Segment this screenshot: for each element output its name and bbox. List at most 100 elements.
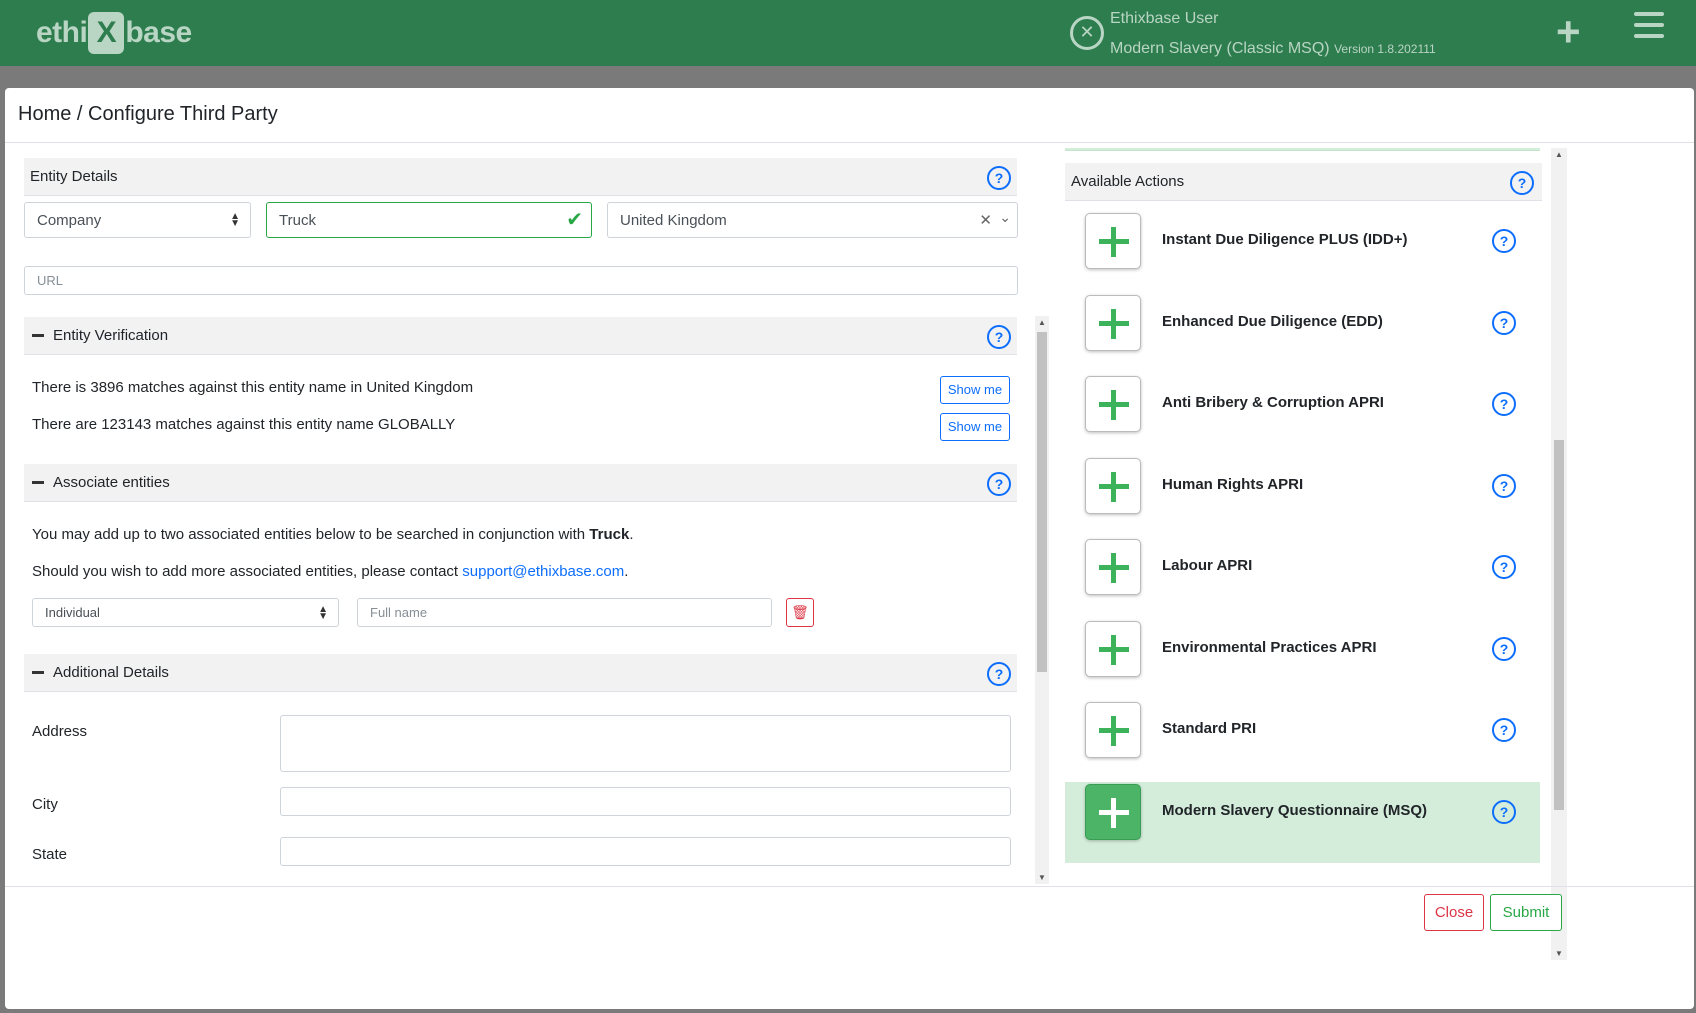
add-action-plus-icon[interactable] — [1085, 702, 1141, 758]
right-panel-scrollbar[interactable]: ▲ ▼ — [1551, 148, 1567, 960]
action-item[interactable]: Environmental Practices APRI? — [1065, 619, 1540, 700]
intro-entity-name: Truck — [589, 526, 630, 543]
action-label: Modern Slavery Questionnaire (MSQ) — [1162, 801, 1428, 819]
contact-prefix: Should you wish to add more associated e… — [32, 563, 463, 580]
ethixbase-logo[interactable]: ethi Xbase — [36, 12, 192, 54]
additional-details-header[interactable]: Additional Details ? — [24, 654, 1017, 692]
action-label: Labour APRI — [1162, 557, 1253, 574]
action-item[interactable]: Modern Slavery Questionnaire (MSQ)? — [1065, 781, 1540, 863]
intro-prefix: You may add up to two associated entitie… — [32, 526, 590, 543]
action-help-icon[interactable]: ? — [1492, 229, 1516, 253]
associate-entities-heading: Associate entities — [53, 474, 170, 491]
chevron-down-icon[interactable]: ⌄ — [999, 209, 1011, 226]
user-close-icon[interactable]: ✕ — [1070, 16, 1104, 50]
scroll-down-icon[interactable]: ▼ — [1038, 873, 1046, 882]
collapse-minus-icon — [32, 481, 44, 484]
entity-verification-heading: Entity Verification — [53, 327, 169, 344]
additional-details-heading: Additional Details — [53, 664, 169, 681]
action-item[interactable]: Anti Bribery & Corruption APRI? — [1065, 374, 1540, 455]
collapse-minus-icon — [32, 334, 44, 337]
add-action-plus-icon[interactable] — [1085, 294, 1141, 351]
entity-details-help-icon[interactable]: ? — [987, 166, 1011, 190]
select-caret-icon: ▲ ▼ — [230, 211, 240, 229]
intro-suffix: . — [629, 526, 634, 543]
url-input[interactable]: URL — [24, 266, 1018, 295]
full-name-placeholder: Full name — [370, 605, 428, 620]
address-label: Address — [32, 723, 88, 740]
additional-details-help-icon[interactable]: ? — [987, 662, 1011, 686]
entity-type-select[interactable]: Company ▲ ▼ — [24, 202, 251, 238]
hamburger-menu-icon[interactable] — [1634, 12, 1664, 45]
select-caret-icon: ▲ ▼ — [318, 603, 328, 622]
action-item[interactable]: Human Rights APRI? — [1065, 456, 1540, 537]
show-me-local-button[interactable]: Show me — [940, 376, 1010, 404]
associate-intro-text: You may add up to two associated entitie… — [32, 526, 634, 543]
modal-title: Home / Configure Third Party — [18, 103, 278, 125]
entity-details-header: Entity Details ? — [24, 158, 1017, 196]
action-help-icon[interactable]: ? — [1492, 555, 1516, 579]
associate-type-value: Individual — [45, 605, 100, 620]
action-label: Anti Bribery & Corruption APRI — [1162, 394, 1384, 411]
associate-entities-header[interactable]: Associate entities ? — [24, 464, 1017, 502]
action-help-icon[interactable]: ? — [1492, 636, 1516, 661]
module-label: Modern Slavery (Classic MSQ) — [1110, 40, 1330, 57]
action-label: Environmental Practices APRI — [1162, 638, 1377, 656]
scroll-up-icon[interactable]: ▲ — [1555, 150, 1563, 159]
city-label: City — [32, 796, 58, 813]
add-icon[interactable]: + — [1556, 8, 1581, 56]
delete-trash-icon[interactable]: 🗑 — [786, 598, 814, 627]
entity-name-value: Truck — [279, 211, 316, 229]
action-label: Enhanced Due Diligence (EDD) — [1162, 312, 1383, 330]
available-actions-heading: Available Actions — [1071, 173, 1185, 190]
entity-details-heading: Entity Details — [30, 168, 118, 185]
add-action-plus-icon[interactable] — [1085, 620, 1141, 677]
action-help-icon[interactable]: ? — [1492, 718, 1516, 742]
contact-suffix: . — [624, 563, 629, 580]
add-action-plus-icon[interactable] — [1085, 376, 1141, 432]
add-action-plus-icon[interactable] — [1085, 783, 1141, 840]
support-email-link[interactable]: support@ethixbase.com — [462, 563, 624, 580]
global-match-text: There are 123143 matches against this en… — [32, 416, 456, 433]
scroll-thumb[interactable] — [1554, 440, 1564, 810]
collapse-minus-icon — [32, 671, 44, 674]
left-panel-scrollbar[interactable]: ▲ ▼ — [1035, 316, 1049, 884]
action-help-icon[interactable]: ? — [1492, 392, 1516, 416]
valid-check-icon: ✔ — [566, 209, 583, 231]
clear-icon[interactable]: ✕ — [979, 211, 992, 229]
action-item[interactable]: Labour APRI? — [1065, 537, 1540, 618]
action-help-icon[interactable]: ? — [1492, 799, 1516, 824]
add-action-plus-icon[interactable] — [1085, 539, 1141, 595]
address-textarea[interactable] — [280, 715, 1011, 772]
entity-verification-help-icon[interactable]: ? — [987, 325, 1011, 349]
action-item[interactable]: Enhanced Due Diligence (EDD)? — [1065, 293, 1540, 374]
action-help-icon[interactable]: ? — [1492, 473, 1516, 498]
submit-button[interactable]: Submit — [1490, 894, 1562, 931]
action-item[interactable]: Standard PRI? — [1065, 700, 1540, 781]
url-placeholder: URL — [37, 273, 64, 288]
action-label: Instant Due Diligence PLUS (IDD+) — [1162, 231, 1408, 248]
show-me-global-button[interactable]: Show me — [940, 413, 1010, 441]
state-input[interactable] — [280, 837, 1011, 866]
scroll-thumb[interactable] — [1037, 332, 1047, 672]
add-action-plus-icon[interactable] — [1085, 213, 1141, 269]
logo-text-left: ethi — [36, 16, 88, 49]
associate-type-select[interactable]: Individual ▲ ▼ — [32, 598, 339, 627]
entity-verification-header[interactable]: Entity Verification ? — [24, 317, 1017, 355]
version-label: Version 1.8.202111 — [1334, 42, 1436, 56]
scroll-up-icon[interactable]: ▲ — [1038, 318, 1046, 327]
entity-name-input[interactable]: Truck ✔ — [266, 202, 592, 238]
action-help-icon[interactable]: ? — [1492, 310, 1516, 335]
action-label: Standard PRI — [1162, 720, 1257, 737]
country-value: United Kingdom — [620, 211, 727, 229]
action-item[interactable]: Instant Due Diligence PLUS (IDD+)? — [1065, 211, 1540, 292]
add-action-plus-icon[interactable] — [1085, 457, 1141, 514]
panel-divider — [1065, 148, 1540, 151]
associate-full-name-input[interactable]: Full name — [357, 598, 772, 627]
associate-entities-help-icon[interactable]: ? — [987, 472, 1011, 496]
top-navbar: ethi Xbase ✕ Ethixbase User Modern Slaver… — [0, 0, 1696, 66]
city-input[interactable] — [280, 787, 1011, 816]
close-button[interactable]: Close — [1424, 894, 1484, 931]
logo-x-mark: X — [88, 12, 125, 54]
available-actions-help-icon[interactable]: ? — [1510, 171, 1534, 195]
country-select[interactable]: United Kingdom ✕ ⌄ — [607, 202, 1018, 238]
